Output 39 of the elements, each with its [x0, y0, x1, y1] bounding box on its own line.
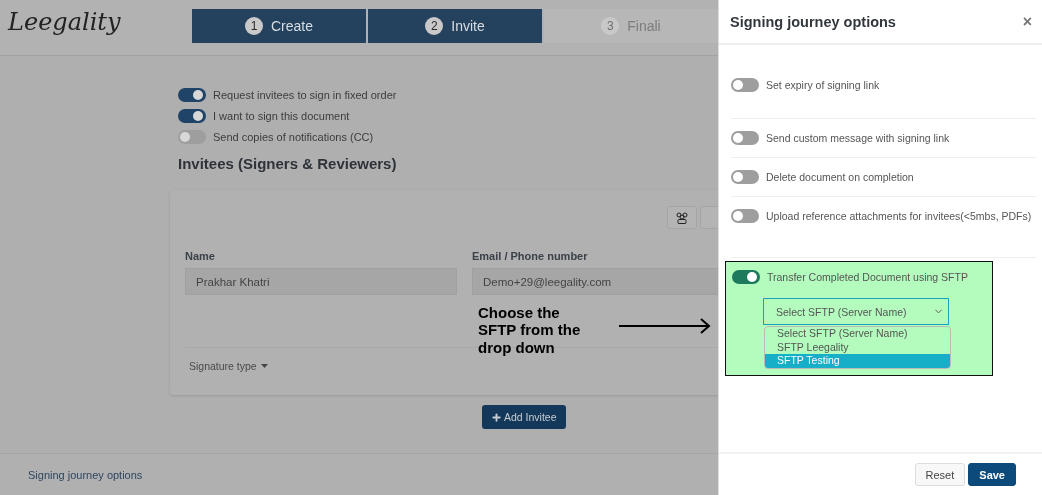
toggle-switch[interactable]: [178, 129, 206, 144]
toggle-label: Send copies of notifications (CC): [213, 130, 374, 143]
input-field[interactable]: Prakhar Khatri: [185, 268, 457, 295]
step-tab[interactable]: 1 Create: [192, 9, 366, 43]
dropdown-option[interactable]: SFTP Leegality: [765, 340, 950, 354]
section-title: Invitees (Signers & Reviewers): [178, 155, 398, 172]
toggle-switch[interactable]: [731, 170, 759, 184]
save-button[interactable]: Save: [968, 463, 1016, 486]
input-field[interactable]: Demo+29@leegality.com: [472, 268, 718, 295]
dropdown-option[interactable]: Select SFTP (Server Name): [765, 327, 950, 341]
logo: Leegality: [6, 7, 122, 36]
field-label: Email / Phone number: [472, 250, 589, 262]
close-button[interactable]: ×: [1022, 12, 1032, 31]
step-tab[interactable]: 2 Invite: [368, 9, 542, 43]
field-label: Name: [185, 250, 216, 262]
caret-icon: [260, 364, 268, 368]
reset-button[interactable]: Reset: [914, 463, 966, 486]
toggle-switch[interactable]: [731, 131, 759, 145]
option-label: Transfer Completed Document using SFTP: [767, 271, 968, 283]
footer-link[interactable]: Signing journey options: [28, 468, 143, 481]
plus-icon: [491, 411, 502, 423]
option-label: Send custom message with signing link: [766, 132, 950, 144]
arrow-icon: [619, 318, 711, 334]
option-label: Set expiry of signing link: [766, 79, 880, 91]
group-icon[interactable]: [667, 206, 697, 229]
toggle-label: I want to sign this document: [213, 109, 350, 122]
toggle-switch[interactable]: [731, 209, 759, 223]
toggle-switch[interactable]: [178, 108, 206, 123]
option-label: Upload reference attachments for invitees(<5mbs, PDFs): [766, 210, 1032, 222]
add-invitee-button[interactable]: Add Invitee: [482, 405, 566, 429]
sftp-select[interactable]: Select SFTP (Server Name): [763, 298, 949, 325]
toggle-label: Request invitees to sign in fixed order: [213, 88, 397, 101]
toggle-switch[interactable]: [731, 78, 759, 92]
annotation-text: Choose the SFTP from the drop down: [478, 304, 582, 356]
toggle-switch[interactable]: [732, 270, 760, 284]
panel-title: Signing journey options: [730, 13, 896, 30]
toggle-switch[interactable]: [178, 87, 206, 102]
option-label: Delete document on completion: [766, 171, 914, 183]
signature-type-dropdown[interactable]: Signature type: [189, 360, 268, 372]
